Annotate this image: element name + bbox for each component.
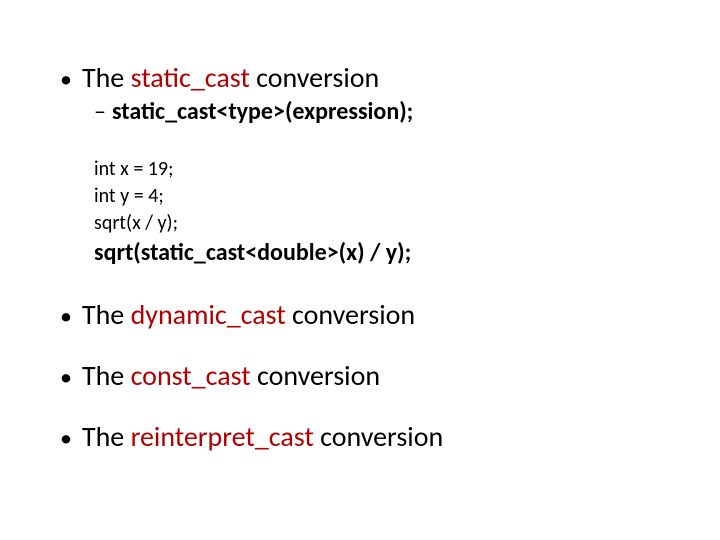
bullet-const-cast: • The const_cast conversion <box>60 358 680 393</box>
bullet-suffix: conversion <box>251 358 380 393</box>
bullet-dynamic-cast: • The dynamic_cast conversion <box>60 297 680 332</box>
bullet-prefix: The <box>82 419 131 454</box>
spacer <box>60 393 680 419</box>
bullet-prefix: The <box>82 297 131 332</box>
bullet-suffix: conversion <box>286 297 415 332</box>
bullet-text: The static_cast conversion <box>82 60 379 95</box>
bullet-highlight: static_cast <box>131 60 250 95</box>
sub-bullet-text: static_cast<type>(expression); <box>112 97 413 126</box>
code-line: int x = 19; <box>94 156 680 183</box>
code-line-bold: sqrt(static_cast<double>(x) / y); <box>94 237 680 269</box>
bullet-suffix: conversion <box>314 419 443 454</box>
code-line: int y = 4; <box>94 183 680 210</box>
code-example: int x = 19; int y = 4; sqrt(x / y); sqrt… <box>94 156 680 269</box>
bullet-text: The reinterpret_cast conversion <box>82 419 443 454</box>
bullet-highlight: reinterpret_cast <box>131 419 314 454</box>
slide-content: • The static_cast conversion – static_ca… <box>0 0 720 540</box>
bullet-highlight: dynamic_cast <box>131 297 286 332</box>
bullet-text: The const_cast conversion <box>82 358 380 393</box>
bullet-reinterpret-cast: • The reinterpret_cast conversion <box>60 419 680 454</box>
bullet-dot-icon: • <box>60 366 72 390</box>
sub-bullet-syntax: – static_cast<type>(expression); <box>94 97 680 126</box>
spacer <box>60 269 680 297</box>
bullet-prefix: The <box>82 358 131 393</box>
bullet-dot-icon: • <box>60 68 72 92</box>
bullet-suffix: conversion <box>250 60 379 95</box>
spacer <box>60 332 680 358</box>
dash-icon: – <box>94 100 106 124</box>
bullet-prefix: The <box>82 60 131 95</box>
bullet-static-cast: • The static_cast conversion <box>60 60 680 95</box>
bullet-dot-icon: • <box>60 305 72 329</box>
code-line: sqrt(x / y); <box>94 210 680 237</box>
bullet-dot-icon: • <box>60 427 72 451</box>
bullet-highlight: const_cast <box>131 358 251 393</box>
bullet-text: The dynamic_cast conversion <box>82 297 415 332</box>
